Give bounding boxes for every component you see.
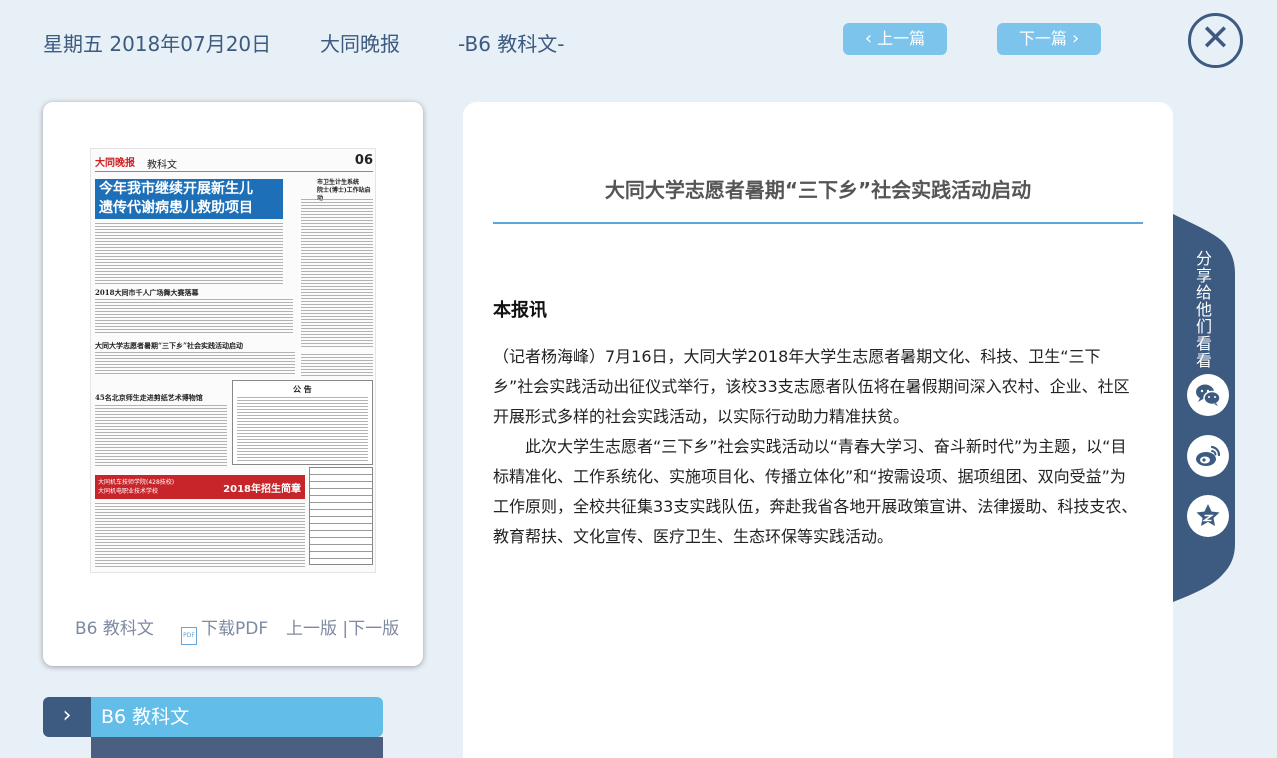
thumb-column-name: 教科文 (147, 160, 177, 171)
section-list-strip (91, 737, 383, 758)
share-wechat-button[interactable] (1187, 374, 1229, 416)
newspaper-page-card: 大同晚报 教科文 06 今年我市继续开展新生儿 遗传代谢病患儿救助项目 市卫生计… (43, 102, 423, 666)
thumb-notice-box: 公 告 (232, 380, 373, 465)
article-paragraph: （记者杨海峰）7月16日，大同大学2018年大学生志愿者暑期文化、科技、卫生“三… (493, 347, 1130, 426)
thumb-text-block (95, 223, 283, 285)
thumb-subheadline: 大同大学志愿者暑期“三下乡”社会实践活动启动 (95, 341, 244, 350)
thumb-text-block (301, 354, 373, 376)
article-title: 大同大学志愿者暑期“三下乡”社会实践活动启动 (604, 178, 1032, 202)
article-body: （记者杨海峰）7月16日，大同大学2018年大学生志愿者暑期文化、科技、卫生“三… (493, 342, 1139, 552)
masthead-logo: 大同晚报 (95, 158, 135, 169)
share-weibo-button[interactable] (1187, 435, 1229, 477)
thumb-notice-title: 公 告 (293, 385, 312, 394)
thumb-text-block (95, 405, 227, 467)
thumb-text-block (95, 503, 305, 567)
section-tab-label: B6 教科文 (91, 697, 383, 737)
issue-date: 星期五 2018年07月20日 (43, 32, 272, 56)
section-name: -B6 教科文- (458, 32, 565, 56)
newspaper-page-thumbnail[interactable]: 大同晚报 教科文 06 今年我市继续开展新生儿 遗传代谢病患儿救助项目 市卫生计… (90, 148, 376, 573)
newspaper-name: 大同晚报 (320, 32, 400, 56)
thumb-text-block (95, 299, 293, 335)
page-section-label: B6 教科文 (75, 619, 154, 639)
thumb-subheadline: 2018大同市千人广场舞大赛落幕 (95, 288, 199, 297)
thumb-text-block (95, 352, 295, 376)
thumb-ad-table (309, 467, 373, 565)
thumb-page-number: 06 (354, 153, 373, 168)
thumb-text-block (237, 397, 368, 461)
download-pdf-label: 下载PDF (201, 619, 269, 639)
share-panel: 分享给他们看看 (1173, 214, 1237, 602)
chevron-left-icon: ‹ (864, 28, 873, 49)
chevron-right-icon: › (43, 697, 91, 737)
thumb-header: 大同晚报 教科文 06 (95, 153, 373, 172)
prev-article-button[interactable]: ‹ 上一篇 (843, 23, 947, 55)
thumb-ad-school: 大同机车技师学院(428技校) 大同机电职业技术学校 (98, 479, 175, 495)
thumb-text-block (301, 199, 373, 349)
thumb-subheadline: 45名北京师生走进剪纸艺术博物馆 (95, 393, 203, 402)
article-panel: 大同大学志愿者暑期“三下乡”社会实践活动启动 本报讯 （记者杨海峰）7月16日，… (463, 102, 1173, 758)
article-paragraph: 此次大学生志愿者“三下乡”社会实践活动以“青春大学习、奋斗新时代”为主题，以“目… (493, 437, 1138, 546)
share-favorite-button[interactable] (1187, 495, 1229, 537)
close-button[interactable]: ✕ (1188, 13, 1243, 68)
section-tab[interactable]: › B6 教科文 (43, 697, 383, 737)
thumb-headline: 今年我市继续开展新生儿 遗传代谢病患儿救助项目 (95, 179, 283, 219)
thumb-ad-title: 2018年招生简章 (223, 484, 301, 495)
top-bar: 星期五 2018年07月20日 大同晚报 -B6 教科文- ‹ 上一篇 下一篇 … (0, 0, 1277, 80)
pdf-icon: PDF (181, 627, 197, 645)
download-pdf-link[interactable]: PDF 下载PDF (181, 614, 268, 645)
wechat-icon (1196, 384, 1221, 406)
thumb-ad-banner: 大同机车技师学院(428技校) 大同机电职业技术学校 2018年招生简章 (95, 475, 305, 499)
article-dateline: 本报讯 (493, 300, 547, 321)
prev-next-page-links[interactable]: 上一版 |下一版 (286, 614, 399, 639)
next-article-label: 下一篇 (1018, 29, 1067, 48)
prev-article-label: 上一篇 (877, 29, 926, 48)
title-divider (493, 222, 1143, 224)
share-label: 分享给他们看看 (1195, 249, 1212, 370)
next-article-button[interactable]: 下一篇 › (997, 23, 1101, 55)
favorite-icon (1196, 504, 1220, 526)
weibo-icon (1196, 445, 1221, 466)
close-icon: ✕ (1200, 18, 1231, 59)
chevron-right-icon: › (1071, 28, 1080, 49)
